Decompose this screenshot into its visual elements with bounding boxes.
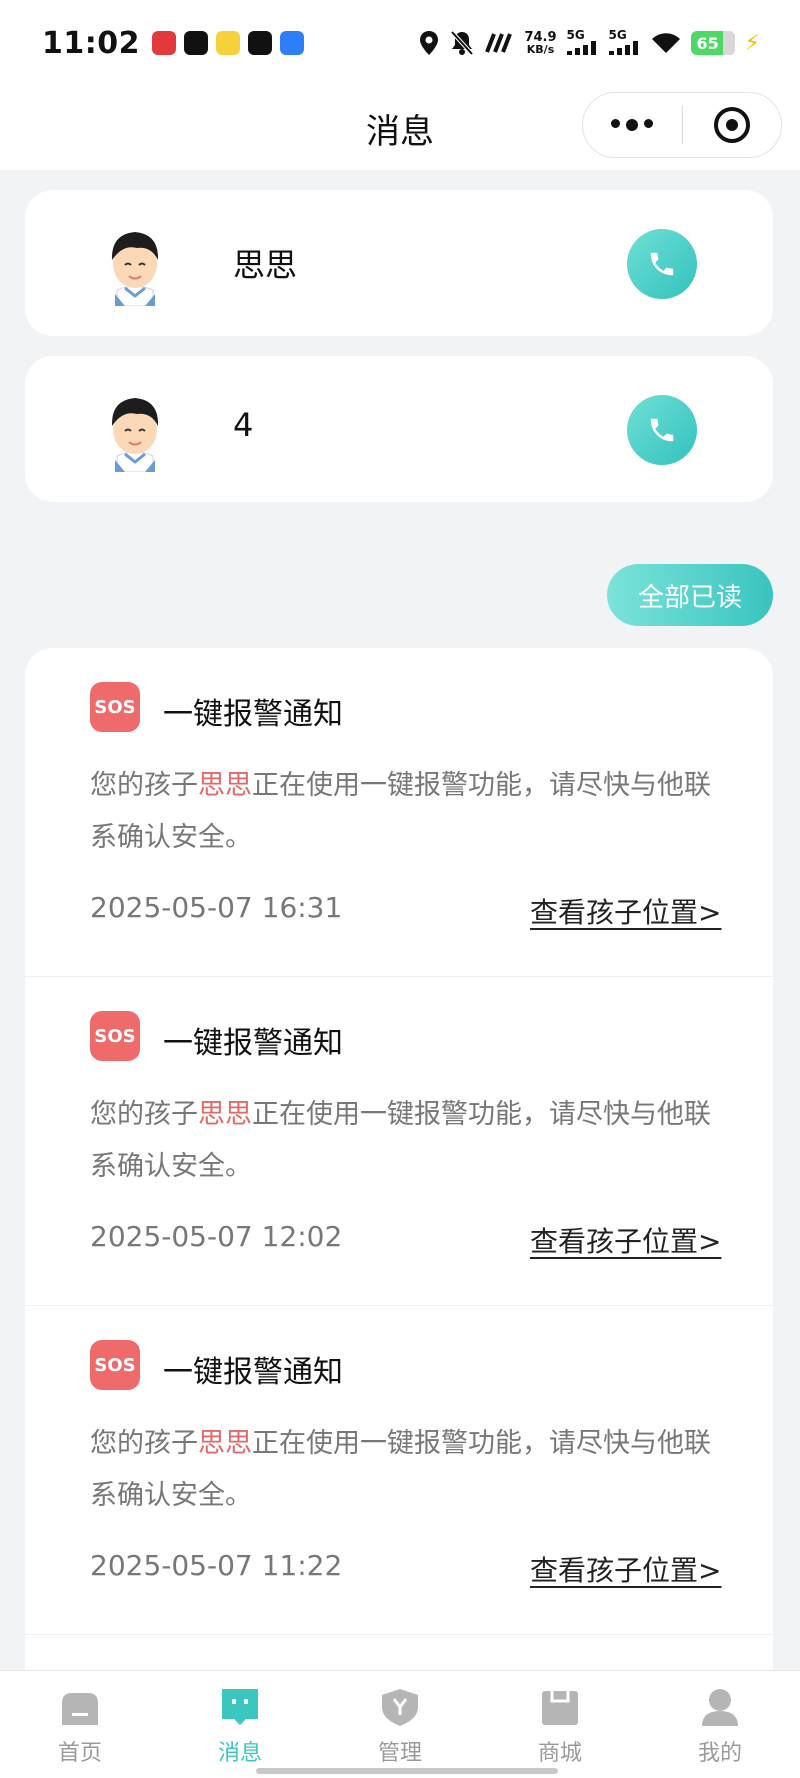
battery-level: 65	[696, 33, 719, 53]
call-button[interactable]	[627, 229, 697, 299]
boy-avatar-icon	[111, 232, 159, 306]
signal-label: 5G	[608, 27, 627, 42]
tiktok-icon	[184, 31, 208, 55]
tab-manage[interactable]: 管理	[320, 1671, 480, 1778]
netease-music-icon	[152, 31, 176, 55]
notification-list: SOS 一键报警通知 您的孩子思思正在使用一键报警功能，请尽快与他联系确认安全。…	[25, 648, 773, 1670]
notification-title: 一键报警通知	[163, 1026, 343, 1061]
tab-label: 商城	[537, 1741, 582, 1766]
blue-app-icon	[280, 31, 304, 55]
contact-card[interactable]: 思思	[25, 190, 773, 336]
mark-all-read-button[interactable]: 全部已读	[607, 564, 773, 626]
dot-icon	[644, 119, 654, 128]
notification-app-icons	[152, 31, 304, 55]
body-prefix: 您的孩子	[90, 770, 198, 801]
bottom-tab-bar: 首页 消息 管理 商城 我的	[0, 1670, 800, 1778]
notification-item: SOS 一键报警通知 您的孩子思思正在使用一键报警功能，请尽快与他联系确认安全。…	[25, 977, 773, 1306]
nav-bar: 消息	[0, 86, 800, 170]
view-child-location-link[interactable]: 查看孩子位置>	[530, 1549, 721, 1589]
shield-icon	[382, 1689, 418, 1726]
signal-bars-icon	[566, 40, 596, 55]
status-time: 11:02	[42, 25, 140, 61]
mute-bell-icon	[450, 30, 474, 56]
hd-icon	[485, 33, 513, 53]
contact-name: 思思	[233, 246, 298, 284]
net-speed-unit: KB/s	[526, 43, 555, 56]
battery-indicator: 65	[690, 31, 735, 55]
tab-label: 管理	[377, 1741, 422, 1766]
notification-body: 您的孩子思思正在使用一键报警功能，请尽快与他联系确认安全。	[90, 1418, 730, 1522]
view-child-location-link[interactable]: 查看孩子位置>	[530, 1220, 721, 1260]
profile-icon	[702, 1689, 738, 1726]
contact-name: 4	[233, 406, 254, 444]
child-name: 思思	[198, 1428, 252, 1459]
notification-time: 2025-05-07 16:31	[90, 891, 343, 924]
notification-item: SOS 一键报警通知 您的孩子思思正在使用一键报警功能，请尽快与他联系确认安全。…	[25, 1306, 773, 1635]
body-prefix: 您的孩子	[90, 1428, 198, 1459]
tab-shop[interactable]: 商城	[480, 1671, 640, 1778]
notification-item: SOS 一键报警通知 您的孩子思思正在使用一键报警功能，请尽快与他联系确认安全。…	[25, 648, 773, 977]
notification-title: 一键报警通知	[163, 1355, 343, 1390]
notification-body: 您的孩子思思正在使用一键报警功能，请尽快与他联系确认安全。	[90, 760, 730, 864]
tab-label: 我的	[697, 1741, 742, 1766]
call-button[interactable]	[627, 395, 697, 465]
signal-label: 5G	[566, 27, 585, 42]
phone-icon	[650, 418, 674, 442]
sos-icon: SOS	[90, 1340, 140, 1390]
target-dot	[725, 119, 738, 131]
sos-icon: SOS	[90, 682, 140, 732]
sos-icon: SOS	[90, 1011, 140, 1061]
status-bar: 11:02 74.9 KB/s 5G 5G 65 ⚡	[0, 0, 800, 86]
signal-bars-icon	[608, 40, 638, 55]
tab-profile[interactable]: 我的	[640, 1671, 800, 1778]
signal-5g-2: 5G	[608, 27, 641, 58]
miniprogram-capsule	[582, 92, 782, 158]
shop-icon	[542, 1691, 578, 1725]
dot-icon	[626, 119, 639, 131]
body-prefix: 您的孩子	[90, 1099, 198, 1130]
child-name: 思思	[198, 770, 252, 801]
system-icons: 74.9 KB/s 5G 5G 65 ⚡	[418, 29, 760, 58]
more-menu-button[interactable]	[583, 119, 682, 131]
location-icon	[420, 31, 439, 55]
notification-time: 2025-05-07 11:22	[90, 1549, 343, 1582]
view-child-location-link[interactable]: 查看孩子位置>	[530, 891, 721, 931]
tab-home[interactable]: 首页	[0, 1671, 160, 1778]
message-icon	[222, 1689, 258, 1725]
charging-bolt-icon: ⚡	[744, 30, 760, 56]
contact-card[interactable]: 4	[25, 356, 773, 502]
close-miniprogram-button[interactable]	[683, 107, 782, 143]
home-indicator	[256, 1768, 558, 1774]
target-icon	[713, 107, 750, 143]
notification-title: 一键报警通知	[163, 697, 343, 732]
home-icon	[62, 1693, 98, 1725]
rabbit-app-icon	[216, 31, 240, 55]
child-name: 思思	[198, 1099, 252, 1130]
phone-icon	[650, 252, 674, 276]
tab-messages[interactable]: 消息	[160, 1671, 320, 1778]
capcut-icon	[248, 31, 272, 55]
tab-label: 消息	[217, 1741, 262, 1766]
notification-time: 2025-05-07 12:02	[90, 1220, 343, 1253]
dot-icon	[611, 119, 621, 128]
signal-5g-1: 5G	[566, 27, 599, 58]
net-speed: 74.9 KB/s	[524, 31, 556, 55]
wifi-icon	[651, 33, 680, 53]
tab-label: 首页	[57, 1741, 102, 1766]
notification-body: 您的孩子思思正在使用一键报警功能，请尽快与他联系确认安全。	[90, 1089, 730, 1193]
boy-avatar-icon	[111, 398, 159, 472]
